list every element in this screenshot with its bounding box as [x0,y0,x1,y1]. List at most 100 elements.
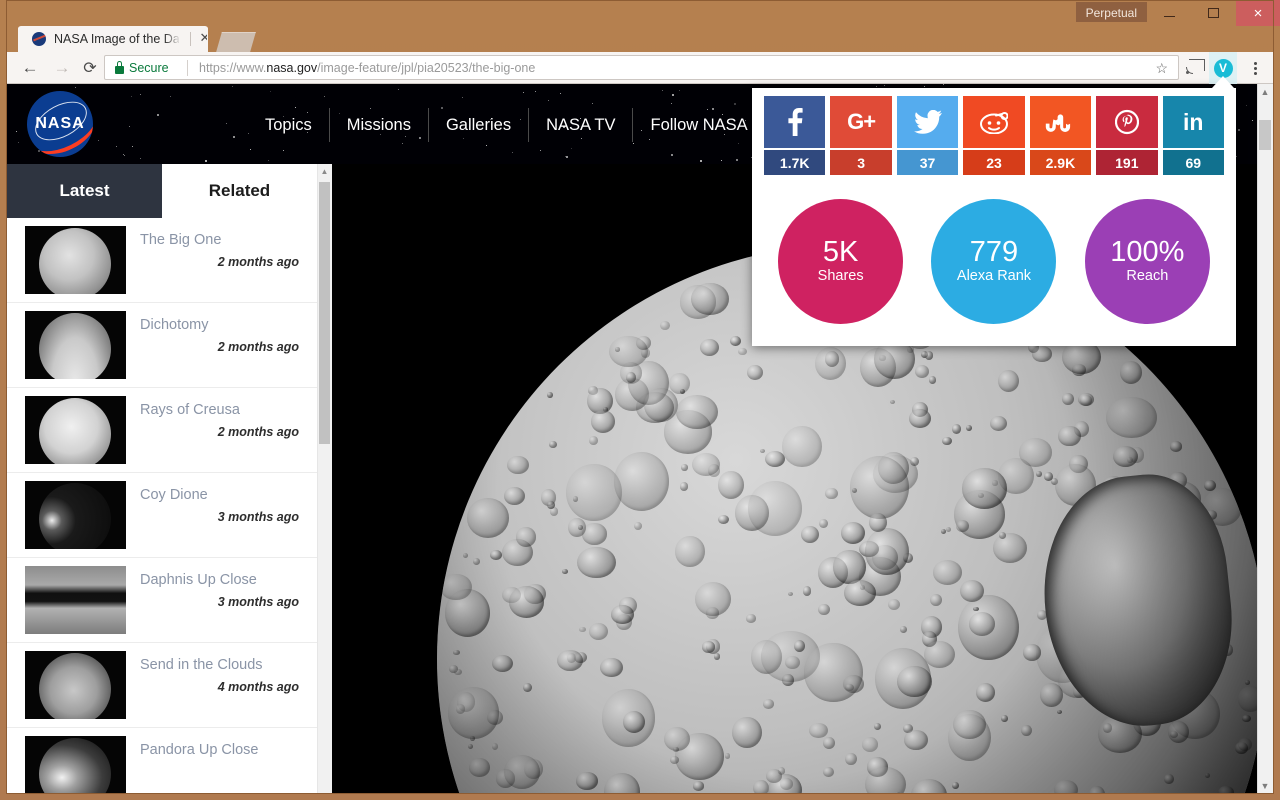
site-nav-item[interactable]: NASA TV [529,108,634,142]
star-dot [678,89,680,91]
sidebar-tab-related[interactable]: Related [162,164,317,218]
sidebar-tabs: Latest Related [7,164,317,218]
star-dot [540,149,542,151]
sidebar-item-date: 2 months ago [217,255,299,269]
chrome-menu-button[interactable] [1246,58,1264,78]
star-dot [283,149,285,151]
star-dot [671,153,674,156]
share-count-reddit: 23 [963,150,1025,175]
address-bar[interactable]: Secure https://www.nasa.gov/image-featur… [104,55,1179,80]
share-button-pinterest[interactable]: 191 [1096,96,1158,176]
star-dot [592,103,594,105]
sidebar-list-item[interactable]: Daphnis Up Close 3 months ago [7,558,317,643]
page-scroll-up-arrow[interactable]: ▲ [1257,84,1273,100]
sidebar: Latest Related The Big One 2 months ago Dic… [7,164,332,794]
thumbnail-body [39,653,111,719]
share-popup-pointer [1212,76,1234,88]
sidebar-item-title[interactable]: Send in the Clouds [140,655,263,675]
nasa-logo[interactable]: NASA [27,91,93,157]
reload-button[interactable]: ⟳ [78,56,102,80]
star-dot [1237,128,1240,131]
sidebar-scrollbar-thumb[interactable] [319,182,330,444]
sidebar-item-thumbnail [25,651,126,719]
sidebar-item-title[interactable]: Pandora Up Close [140,740,259,760]
window-maximize-button[interactable] [1191,0,1235,26]
site-nav-item[interactable]: Missions [330,108,429,142]
star-dot [735,158,738,161]
site-nav-item[interactable]: Follow NASA [633,108,766,142]
sidebar-item-title[interactable]: Coy Dione [140,485,208,505]
sidebar-item-date: 3 months ago [217,595,299,609]
sidebar-item-title[interactable]: The Big One [140,230,221,250]
share-button-google-plus[interactable]: G+ 3 [830,96,892,176]
star-dot [485,145,487,147]
star-dot [700,159,703,162]
window-minimize-button[interactable] [1147,0,1191,26]
sidebar-list-item[interactable]: Coy Dione 3 months ago [7,473,317,558]
thumbnail-body [25,566,126,634]
minimize-icon [1163,16,1175,17]
sidebar-item-date: 2 months ago [217,340,299,354]
page-scroll-down-arrow[interactable]: ▼ [1257,778,1273,794]
star-dot [18,141,20,143]
page-scrollbar-track[interactable] [1257,84,1273,794]
star-dot [75,86,77,88]
sidebar-item-thumbnail [25,396,126,464]
site-nav-item[interactable]: Galleries [429,108,530,142]
star-dot [232,85,234,87]
sidebar-item-thumbnail [25,566,126,634]
sidebar-item-title[interactable]: Daphnis Up Close [140,570,257,590]
share-button-row: 1.7K G+ 3 37 23 2.9K 191 in 69 [764,96,1224,176]
sidebar-list-item[interactable]: Rays of Creusa 2 months ago [7,388,317,473]
thumbnail-body [39,738,111,794]
sidebar-list-item[interactable]: The Big One 2 months ago [7,218,317,303]
page-scrollbar-thumb[interactable] [1259,120,1271,150]
star-dot [1251,120,1253,122]
sidebar-item-title[interactable]: Dichotomy [140,315,209,335]
sidebar-item-date: 4 months ago [217,680,299,694]
share-button-reddit[interactable]: 23 [963,96,1025,176]
window-close-button[interactable]: × [1236,0,1280,26]
share-button-facebook[interactable]: 1.7K [764,96,826,176]
star-dot [462,96,464,98]
stat-circle-alexa-rank: 779 Alexa Rank [931,198,1057,324]
star-dot [534,90,536,92]
menu-dot [1253,66,1257,70]
sidebar-item-thumbnail [25,311,126,379]
new-tab-button[interactable] [216,32,256,52]
stat-label: Alexa Rank [956,268,1032,284]
browser-tab[interactable]: NASA Image of the Day ✕ [18,26,208,52]
star-dot [225,123,227,125]
share-button-twitter[interactable]: 37 [896,96,959,176]
share-count-stumbleupon: 2.9K [1029,150,1092,175]
sidebar-item-title[interactable]: Rays of Creusa [140,400,240,420]
reddit-icon [963,96,1025,148]
address-bar-url: https://www.nasa.gov/image-feature/jpl/p… [199,60,535,77]
share-button-stumbleupon[interactable]: 2.9K [1029,96,1092,176]
sidebar-tab-latest[interactable]: Latest [7,164,162,218]
sidebar-list-item[interactable]: Dichotomy 2 months ago [7,303,317,388]
bookmark-star-icon[interactable]: ☆ [1155,60,1168,77]
sidebar-list-item[interactable]: Send in the Clouds 4 months ago [7,643,317,728]
share-count-facebook: 1.7K [764,150,826,175]
back-button[interactable]: ← [18,56,42,80]
twitter-icon [896,96,959,148]
cast-icon[interactable] [1186,59,1205,74]
forward-button[interactable]: → [50,56,74,80]
window-titlebar: Perpetual × [0,0,1280,26]
sidebar-scroll-up-arrow[interactable]: ▲ [317,164,332,179]
site-nav-item[interactable]: Topics [257,108,330,142]
star-dot [672,93,675,96]
stat-circle-shares: 5K Shares [778,198,904,324]
share-count-google-plus: 3 [830,150,892,175]
star-dot [156,114,159,117]
stat-value: 100% [1110,236,1185,268]
stat-value: 5K [822,236,859,268]
sidebar-list-item[interactable]: Pandora Up Close [7,728,317,794]
tab-close-button[interactable]: ✕ [196,29,208,47]
star-dot [738,142,740,144]
share-button-linkedin[interactable]: in 69 [1162,96,1224,176]
share-count-twitter: 37 [896,150,959,175]
star-dot [661,89,663,91]
star-dot [734,103,737,106]
